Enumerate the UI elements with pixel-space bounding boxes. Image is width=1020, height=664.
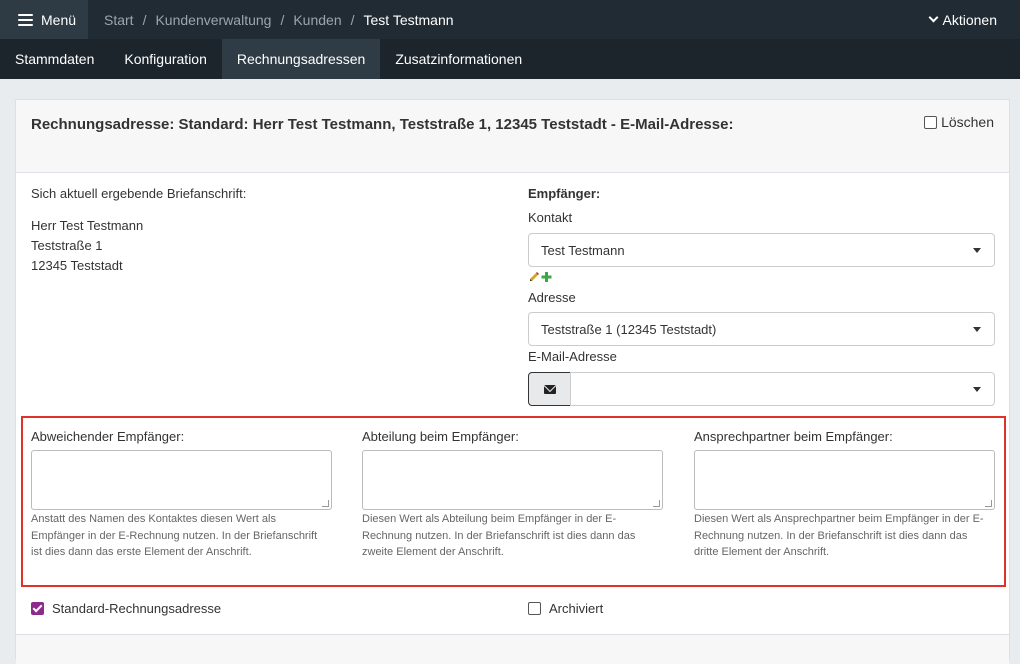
delete-label: Löschen	[941, 114, 994, 130]
archived-checkbox[interactable]: Archiviert	[528, 601, 603, 616]
email-button[interactable]	[528, 372, 571, 406]
contact-person-input[interactable]	[694, 450, 995, 510]
address-label: Adresse	[528, 290, 576, 305]
caret-down-icon	[973, 248, 981, 253]
caret-down-icon	[973, 327, 981, 332]
menu-button[interactable]: Menü	[0, 0, 88, 39]
contact-person-label: Ansprechpartner beim Empfänger:	[694, 429, 893, 444]
breadcrumb-separator: /	[280, 11, 285, 28]
letterhead-label: Sich aktuell ergebende Briefanschrift:	[31, 186, 247, 201]
contact-actions	[528, 270, 554, 284]
breadcrumb-current: Test Testmann	[363, 11, 454, 28]
letterhead-line-1: Herr Test Testmann	[31, 218, 144, 233]
breadcrumb-kundenverwaltung[interactable]: Kundenverwaltung	[155, 12, 271, 28]
email-label: E-Mail-Adresse	[528, 349, 617, 364]
tab-rechnungsadressen[interactable]: Rechnungsadressen	[221, 39, 381, 79]
recipient-heading: Empfänger:	[528, 186, 601, 201]
email-select[interactable]	[570, 372, 995, 406]
breadcrumb-separator: /	[350, 11, 355, 28]
pencil-icon[interactable]	[530, 272, 539, 281]
actions-dropdown[interactable]: Aktionen	[928, 0, 997, 39]
checkbox-checked-icon[interactable]	[31, 602, 44, 615]
top-navbar: Menü Start / Kundenverwaltung / Kunden /…	[0, 0, 1020, 39]
card-title: Rechnungsadresse: Standard: Herr Test Te…	[31, 116, 734, 133]
chevron-down-icon	[928, 12, 938, 23]
deviating-recipient-help: Anstatt des Namen des Kontaktes diesen W…	[31, 513, 318, 558]
contact-value: Test Testmann	[541, 242, 625, 258]
breadcrumb: Start / Kundenverwaltung / Kunden / Test…	[104, 0, 454, 39]
card-header: Rechnungsadresse: Standard: Herr Test Te…	[16, 100, 1009, 173]
delete-checkbox-box[interactable]	[924, 115, 938, 129]
standard-billing-address-label: Standard-Rechnungsadresse	[52, 601, 222, 616]
address-select[interactable]: Teststraße 1 (12345 Teststadt)	[528, 312, 995, 346]
tab-zusatzinformationen[interactable]: Zusatzinformationen	[380, 39, 537, 79]
standard-billing-address-checkbox[interactable]: Standard-Rechnungsadresse	[31, 601, 221, 616]
department-input[interactable]	[362, 450, 663, 510]
breadcrumb-separator: /	[142, 11, 147, 28]
deviating-recipient-label: Abweichender Empfänger:	[31, 429, 185, 444]
department-help: Diesen Wert als Abteilung beim Empfänger…	[362, 513, 636, 558]
caret-down-icon	[973, 387, 981, 392]
hamburger-icon	[18, 13, 33, 26]
contact-label: Kontakt	[528, 210, 573, 225]
contact-person-help: Diesen Wert als Ansprechpartner beim Emp…	[694, 513, 984, 558]
billing-address-card: Rechnungsadresse: Standard: Herr Test Te…	[15, 99, 1010, 664]
envelope-icon	[543, 384, 556, 394]
deviating-recipient-input[interactable]	[31, 450, 332, 510]
letterhead-line-2: Teststraße 1	[31, 238, 103, 253]
menu-label: Menü	[41, 11, 77, 28]
breadcrumb-kunden[interactable]: Kunden	[293, 12, 341, 28]
tab-konfiguration[interactable]: Konfiguration	[109, 39, 222, 79]
breadcrumb-start[interactable]: Start	[104, 12, 134, 28]
address-value: Teststraße 1 (12345 Teststadt)	[541, 321, 717, 337]
letterhead-line-3: 12345 Teststadt	[31, 258, 123, 273]
checkbox-box[interactable]	[528, 602, 541, 615]
actions-label: Aktionen	[942, 11, 997, 28]
card-footer	[16, 634, 1009, 664]
department-label: Abteilung beim Empfänger:	[362, 429, 519, 444]
tab-stammdaten[interactable]: Stammdaten	[0, 39, 109, 79]
archived-label: Archiviert	[549, 601, 604, 616]
contact-select[interactable]: Test Testmann	[528, 233, 995, 267]
tab-bar: Stammdaten Konfiguration Rechnungsadress…	[0, 39, 1020, 79]
add-icon[interactable]	[541, 272, 552, 282]
delete-checkbox[interactable]: Löschen	[924, 114, 994, 130]
